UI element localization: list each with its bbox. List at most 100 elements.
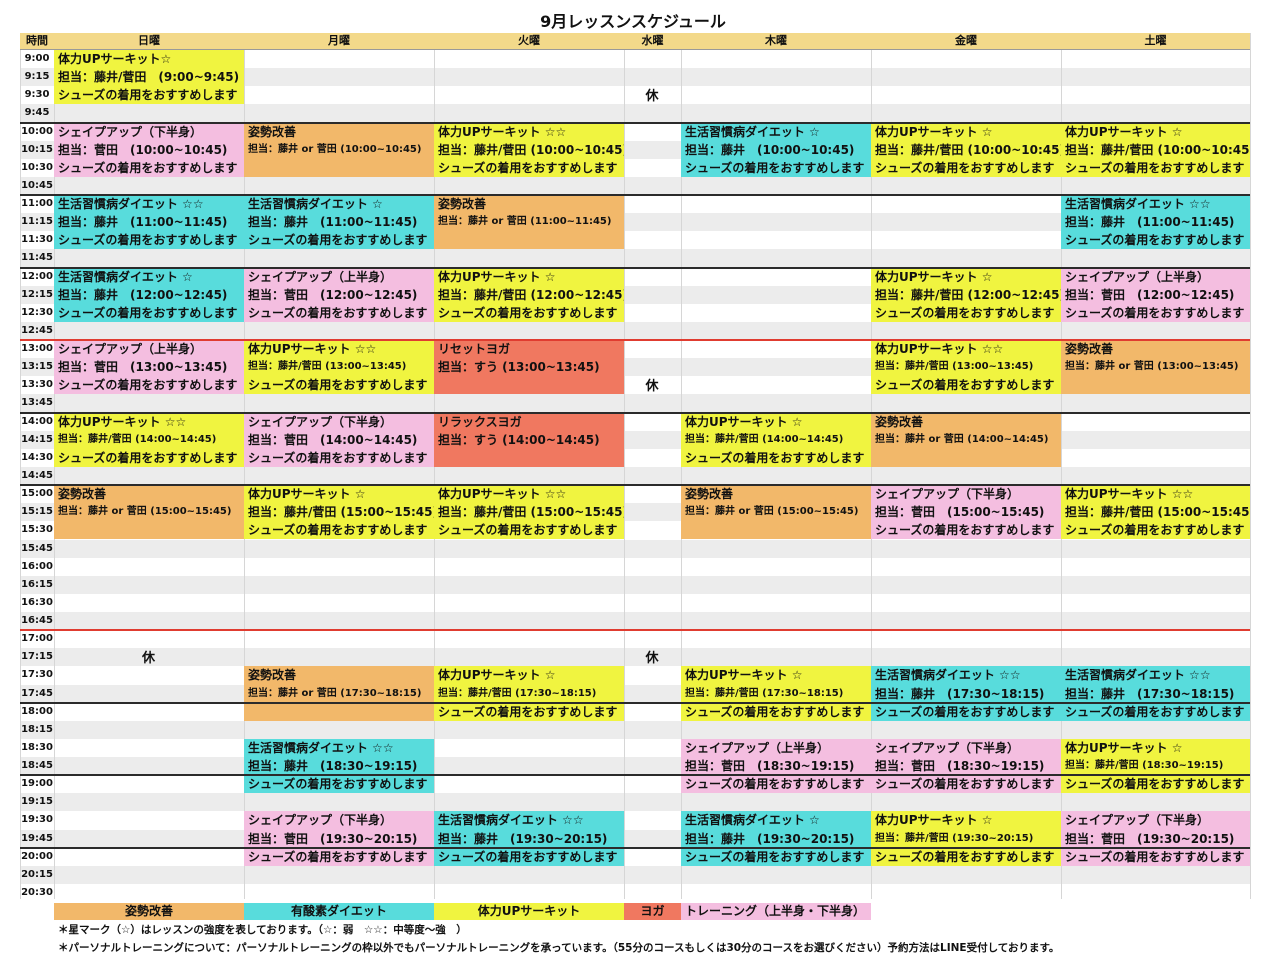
time-label: 16:30 xyxy=(21,596,53,608)
note-line: ＊パーソナルトレーニングについて：パーソナルトレーニングの枠以外でもパーソナルト… xyxy=(58,942,1060,955)
header-day: 金曜 xyxy=(871,33,1061,50)
lesson-block[interactable]: 体力UPサーキット ☆ 担当：藤井/菅田 (12:00~12:45) シューズの着用… xyxy=(434,267,624,322)
lesson-block[interactable]: 生活習慣病ダイエット ☆☆ 担当：藤井 (11:00~11:45) シューズの着用を… xyxy=(54,195,244,250)
lesson-title: 姿勢改善 xyxy=(248,668,297,683)
lesson-title: 生活習慣病ダイエット ☆☆ xyxy=(875,668,1021,683)
lesson-block[interactable]: 体力UPサーキット ☆ 担当：藤井/菅田 (14:00~14:45) シューズの着用… xyxy=(681,412,871,467)
lesson-title: 体力UPサーキット ☆☆ xyxy=(438,487,567,502)
time-label: 18:45 xyxy=(21,760,53,772)
lesson-block[interactable]: リセットヨガ 担当：すう (13:00~13:45) xyxy=(434,340,624,395)
lesson-staff: 担当：藤井 (10:00~10:45) xyxy=(685,142,855,157)
lesson-note: シューズの着用をおすすめします xyxy=(875,849,1055,864)
header-time: 時間 xyxy=(20,33,54,50)
time-label: 19:30 xyxy=(21,814,53,826)
lesson-note: シューズの着用をおすすめします xyxy=(58,450,238,465)
lesson-block[interactable]: 姿勢改善 担当：藤井 or 菅田 (14:00~14:45) xyxy=(871,412,1061,467)
closed-label: 休 xyxy=(645,651,659,667)
lesson-block[interactable]: 生活習慣病ダイエット ☆☆ 担当：藤井 (19:30~20:15) シューズの着用を… xyxy=(434,811,624,866)
lesson-block[interactable]: 姿勢改善 担当：藤井 or 菅田 (15:00~15:45) xyxy=(681,485,871,540)
lesson-block[interactable]: 生活習慣病ダイエット ☆☆ 担当：藤井 (17:30~18:15) シューズの着用を… xyxy=(1061,666,1250,721)
lesson-block[interactable]: シェイプアップ（下半身） 担当：菅田 (15:00~15:45) シューズの着用をお… xyxy=(871,485,1061,540)
row-shade xyxy=(20,176,1250,196)
time-label: 19:45 xyxy=(21,832,53,844)
row-shade xyxy=(20,321,1250,341)
row-shade xyxy=(20,865,1250,884)
header-day: 日曜 xyxy=(54,33,244,50)
lesson-block[interactable]: 体力UPサーキット ☆ 担当：藤井/菅田 (10:00~10:45) シューズの着用… xyxy=(871,122,1061,177)
lesson-block[interactable]: 生活習慣病ダイエット ☆ 担当：藤井 (10:00~10:45) シューズの着用をお… xyxy=(681,122,871,177)
time-label: 17:30 xyxy=(21,669,53,681)
row-shade xyxy=(20,394,1250,413)
time-label: 18:00 xyxy=(21,705,53,717)
lesson-block[interactable]: 体力UPサーキット ☆ 担当：藤井/菅田 (17:30~18:15) シューズの着用… xyxy=(681,666,871,721)
lesson-staff: 担当：藤井/菅田 (19:30~20:15) xyxy=(875,832,1034,844)
time-label: 11:30 xyxy=(21,234,53,246)
lesson-title: 体力UPサーキット ☆ xyxy=(875,269,993,284)
lesson-block[interactable]: 体力UPサーキット ☆☆ 担当：藤井/菅田 (15:00~15:45) シューズの着… xyxy=(434,485,624,540)
lesson-block[interactable]: 体力UPサーキット ☆ 担当：藤井/菅田 (18:30~19:15) シューズの着用… xyxy=(1061,738,1250,794)
lesson-note: シューズの着用をおすすめします xyxy=(248,849,428,864)
lesson-title: 生活習慣病ダイエット ☆ xyxy=(685,124,820,139)
lesson-title: シェイプアップ（下半身） xyxy=(1065,813,1210,828)
lesson-title: 生活習慣病ダイエット ☆☆ xyxy=(1065,668,1211,683)
lesson-staff: 担当：藤井 (19:30~20:15) xyxy=(438,831,608,846)
lesson-block[interactable]: 生活習慣病ダイエット ☆☆ 担当：藤井 (18:30~19:15) シューズの着用を… xyxy=(244,738,434,794)
lesson-block[interactable]: シェイプアップ（下半身） 担当：菅田 (14:00~14:45) シューズの着用をお… xyxy=(244,412,434,467)
lesson-block[interactable]: 体力UPサーキット ☆ 担当：藤井/菅田 (15:00~15:45) シューズの着用… xyxy=(244,485,434,540)
lesson-block[interactable]: シェイプアップ（下半身） 担当：菅田 (18:30~19:15) シューズの着用をお… xyxy=(871,738,1061,794)
lesson-block[interactable]: 体力UPサーキット ☆ 担当：藤井/菅田 (19:30~20:15) シューズの着用… xyxy=(871,811,1061,866)
note-line: ＊星マーク（☆）はレッスンの強度を表しております。（☆：弱 ☆☆：中等度〜強 ） xyxy=(58,924,467,937)
lesson-note: シューズの着用をおすすめします xyxy=(875,704,1055,719)
lesson-block[interactable]: 生活習慣病ダイエット ☆☆ 担当：藤井 (11:00~11:45) シューズの着用を… xyxy=(1061,195,1250,250)
lesson-staff: 担当：藤井 or 菅田 (10:00~10:45) xyxy=(248,143,422,155)
lesson-title: 生活習慣病ダイエット ☆☆ xyxy=(248,740,394,755)
header-divider xyxy=(20,49,1250,50)
lesson-staff: 担当：藤井 (17:30~18:15) xyxy=(875,686,1045,701)
lesson-staff: 担当：藤井 (11:00~11:45) xyxy=(1065,215,1235,230)
lesson-block[interactable]: 姿勢改善 担当：藤井 or 菅田 (15:00~15:45) xyxy=(54,485,244,540)
lesson-block[interactable]: 体力UPサーキット ☆☆ 担当：藤井/菅田 (14:00~14:45) シューズの着… xyxy=(54,412,244,467)
legend-item: ヨガ xyxy=(624,903,681,921)
lesson-block[interactable]: 体力UPサーキット ☆☆ 担当：藤井/菅田 (15:00~15:45) シューズの着… xyxy=(1061,485,1250,540)
lesson-block[interactable]: 体力UPサーキット ☆ 担当：藤井/菅田 (12:00~12:45) シューズの着用… xyxy=(871,267,1061,322)
lesson-block[interactable]: リラックスヨガ 担当：すう (14:00~14:45) xyxy=(434,412,624,467)
time-label: 13:00 xyxy=(21,343,53,355)
lesson-block[interactable]: 姿勢改善 担当：藤井 or 菅田 (10:00~10:45) xyxy=(244,122,434,177)
lesson-block[interactable]: 姿勢改善 担当：藤井 or 菅田 (11:00~11:45) xyxy=(434,195,624,250)
lesson-block[interactable]: 体力UPサーキット ☆☆ 担当：藤井/菅田 (10:00~10:45) シューズの着… xyxy=(434,122,624,177)
lesson-block[interactable]: 生活習慣病ダイエット ☆ 担当：藤井 (12:00~12:45) シューズの着用をお… xyxy=(54,267,244,322)
lesson-staff: 担当：菅田 (18:30~19:15) xyxy=(685,759,855,774)
lesson-note: シューズの着用をおすすめします xyxy=(875,523,1055,538)
time-label: 17:15 xyxy=(21,651,53,663)
time-label: 11:00 xyxy=(21,198,53,210)
lesson-block[interactable]: 体力UPサーキット ☆☆ 担当：藤井/菅田 (13:00~13:45) シューズの着… xyxy=(871,340,1061,395)
lesson-title: 生活習慣病ダイエット ☆ xyxy=(58,269,193,284)
lesson-block[interactable]: 生活習慣病ダイエット ☆☆ 担当：藤井 (17:30~18:15) シューズの着用を… xyxy=(871,666,1061,721)
lesson-staff: 担当：すう (14:00~14:45) xyxy=(438,432,600,447)
lesson-block[interactable]: シェイプアップ（上半身） 担当：菅田 (18:30~19:15) シューズの着用をお… xyxy=(681,738,871,794)
lesson-block[interactable]: シェイプアップ（上半身） 担当：菅田 (13:00~13:45) シューズの着用をお… xyxy=(54,340,244,395)
lesson-block[interactable]: 生活習慣病ダイエット ☆ 担当：藤井 (11:00~11:45) シューズの着用をお… xyxy=(244,195,434,250)
lesson-staff: 担当：藤井 or 菅田 (17:30~18:15) xyxy=(248,687,422,699)
lesson-title: 体力UPサーキット ☆☆ xyxy=(875,342,1004,357)
lesson-block[interactable]: シェイプアップ（下半身） 担当：菅田 (19:30~20:15) シューズの着用をお… xyxy=(1061,811,1250,866)
legend-item: 有酸素ダイエット xyxy=(244,903,434,921)
lesson-title: 体力UPサーキット ☆☆ xyxy=(248,342,377,357)
lesson-block[interactable]: シェイプアップ（下半身） 担当：菅田 (19:30~20:15) シューズの着用をお… xyxy=(244,811,434,866)
lesson-block[interactable]: 体力UPサーキット ☆ 担当：藤井/菅田 (10:00~10:45) シューズの着用… xyxy=(1061,122,1250,177)
lesson-block[interactable]: 体力UPサーキット ☆ 担当：藤井/菅田 (17:30~18:15) シューズの着用… xyxy=(434,666,624,721)
lesson-block[interactable]: シェイプアップ（上半身） 担当：菅田 (12:00~12:45) シューズの着用をお… xyxy=(244,267,434,322)
lesson-block[interactable]: 姿勢改善担当：藤井 or 菅田 (17:30~18:15) xyxy=(244,666,434,721)
lesson-title: シェイプアップ（上半身） xyxy=(1065,269,1210,284)
lesson-note: シューズの着用をおすすめします xyxy=(248,233,428,248)
lesson-staff: 担当：菅田 (18:30~19:15) xyxy=(875,759,1045,774)
lesson-block[interactable]: 体力UPサーキット ☆☆ 担当：藤井/菅田 (13:00~13:45) シューズの着… xyxy=(244,340,434,395)
legend-item: トレーニング（上半身・下半身） xyxy=(681,903,871,921)
row-shade xyxy=(20,720,1250,739)
lesson-staff: 担当：藤井/菅田 (13:00~13:45) xyxy=(248,361,407,373)
lesson-block[interactable]: 姿勢改善 担当：藤井 or 菅田 (13:00~13:45) xyxy=(1061,340,1250,395)
lesson-block[interactable]: シェイプアップ（下半身） 担当：菅田 (10:00~10:45) シューズの着用をお… xyxy=(54,122,244,177)
lesson-block[interactable]: 生活習慣病ダイエット ☆ 担当：藤井 (19:30~20:15) シューズの着用をお… xyxy=(681,811,871,866)
lesson-block[interactable]: 体力UPサーキット☆ 担当：藤井/菅田 (9:00~9:45) シューズの着用をおす… xyxy=(54,50,244,105)
lesson-block[interactable]: シェイプアップ（上半身） 担当：菅田 (12:00~12:45) シューズの着用をお… xyxy=(1061,267,1250,322)
